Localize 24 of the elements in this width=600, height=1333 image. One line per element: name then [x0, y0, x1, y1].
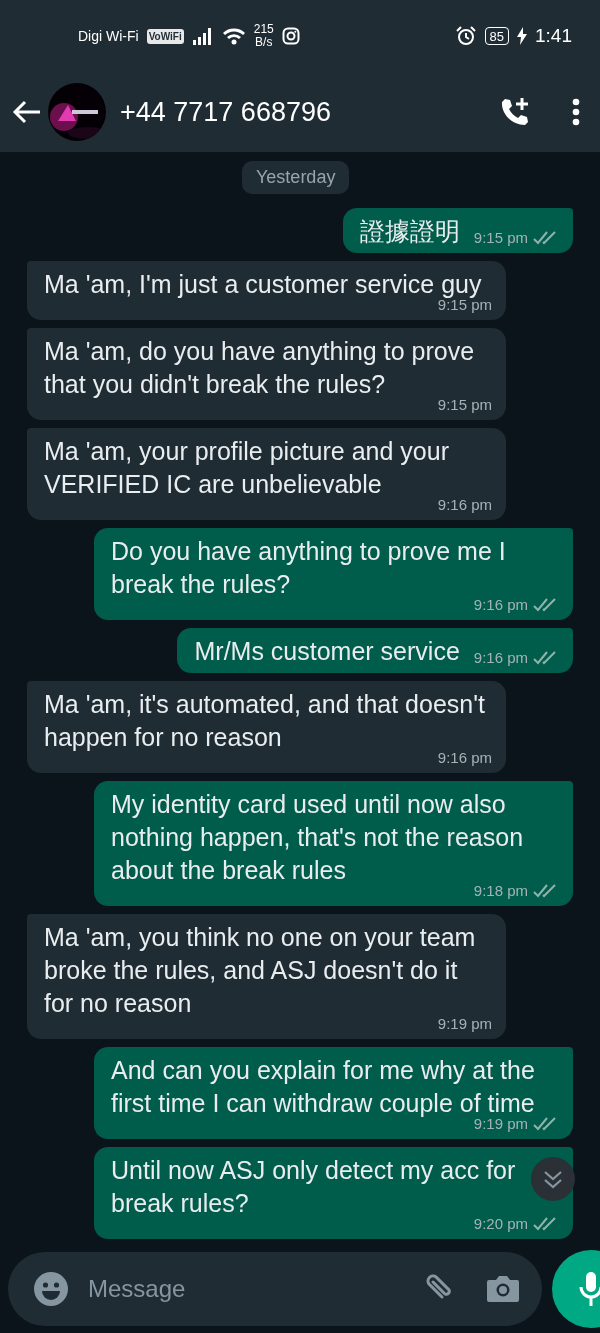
message-time: 9:15 pm — [473, 228, 528, 248]
alarm-icon — [454, 26, 477, 46]
clock-time: 1:41 — [535, 25, 572, 47]
speed-value: 215 — [253, 23, 274, 36]
camera-icon[interactable] — [486, 1274, 520, 1304]
menu-icon[interactable] — [572, 98, 580, 126]
camera-icon — [281, 27, 300, 45]
message-input[interactable]: Message — [86, 1274, 400, 1304]
signal-icon — [191, 27, 214, 45]
date-chip: Yesterday — [242, 161, 350, 194]
battery-level: 85 — [489, 28, 504, 44]
message-text: Mr/Ms customer service — [194, 636, 460, 667]
scroll-down-icon[interactable] — [531, 1157, 575, 1201]
emoji-icon[interactable] — [34, 1272, 68, 1306]
vowifi-badge: VoWiFi — [146, 28, 184, 44]
carrier-label: Digi Wi-Fi — [78, 28, 139, 44]
speed-unit: B/s — [255, 36, 273, 49]
back-arrow-icon[interactable] — [12, 99, 42, 125]
message-time: 9:16 pm — [473, 648, 528, 668]
microphone-icon — [579, 1271, 600, 1307]
wifi-icon — [221, 26, 246, 46]
message-field[interactable]: Message — [8, 1252, 542, 1326]
message-text: 證據證明 — [359, 216, 460, 247]
message-text: Ma 'am, I'm just a customer service guy — [44, 269, 482, 300]
